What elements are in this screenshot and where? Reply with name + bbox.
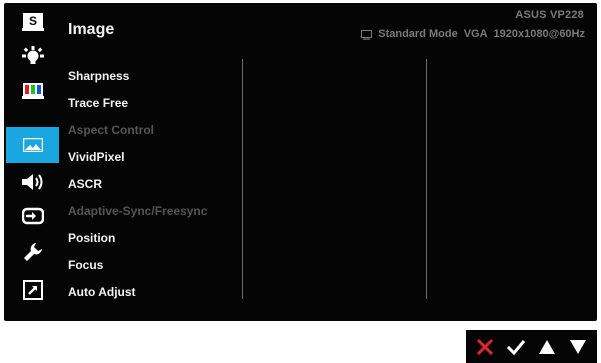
menu-item-auto-adjust[interactable]: Auto Adjust [68,282,136,302]
sidebar-item-sound[interactable] [4,165,61,199]
status-bar: Standard Mode VGA 1920x1080@60Hz [361,28,585,40]
column-divider-right [426,59,427,299]
sidebar: S [4,3,61,321]
column-divider-left [242,59,243,299]
down-arrow-icon [569,339,586,354]
input-select-icon [21,207,44,225]
sidebar-item-image[interactable] [6,127,59,163]
system-setup-icon [23,243,42,261]
menu-item-ascr[interactable]: ASCR [68,174,102,194]
menu-item-adaptive-sync: Adaptive-Sync/Freesync [68,204,208,218]
up-button[interactable] [534,334,560,360]
color-icon [21,83,44,99]
menu-item-vividpixel[interactable]: VividPixel [68,147,124,167]
sidebar-item-input-select[interactable] [4,199,61,233]
blue-light-filter-icon [21,46,44,64]
menu-item-focus[interactable]: Focus [68,255,103,275]
shortcut-icon [22,280,43,300]
close-icon [477,338,494,355]
resolution-label: 1920x1080@60Hz [493,28,585,40]
sidebar-item-splendid[interactable]: S [4,5,61,39]
image-icon [22,138,43,152]
monitor-icon [361,29,373,40]
down-button[interactable] [565,334,591,360]
up-arrow-icon [538,339,555,354]
sidebar-item-color[interactable] [4,74,61,108]
close-button[interactable] [472,334,498,360]
menu-item-sharpness[interactable]: Sharpness [68,66,129,86]
confirm-button[interactable] [503,334,529,360]
input-label: VGA [463,28,488,40]
sidebar-item-shortcut[interactable] [4,273,61,307]
mode-label: Standard Mode [378,28,458,40]
checkmark-icon [507,339,526,355]
splendid-icon: S [21,13,44,31]
sound-icon [21,174,42,190]
osd-panel: S Image ASUS VP228 Standard Mode VGA 192… [4,3,597,321]
menu-item-trace-free[interactable]: Trace Free [68,93,128,113]
menu-item-aspect-control: Aspect Control [68,123,155,137]
monitor-model: ASUS VP228 [515,9,584,21]
sidebar-item-system-setup[interactable] [4,235,61,269]
page-title: Image [68,21,115,38]
splendid-icon-label: S [28,14,36,28]
sidebar-item-blue-light[interactable] [4,40,61,74]
menu-item-position[interactable]: Position [68,228,115,248]
nav-button-bar [466,330,597,363]
